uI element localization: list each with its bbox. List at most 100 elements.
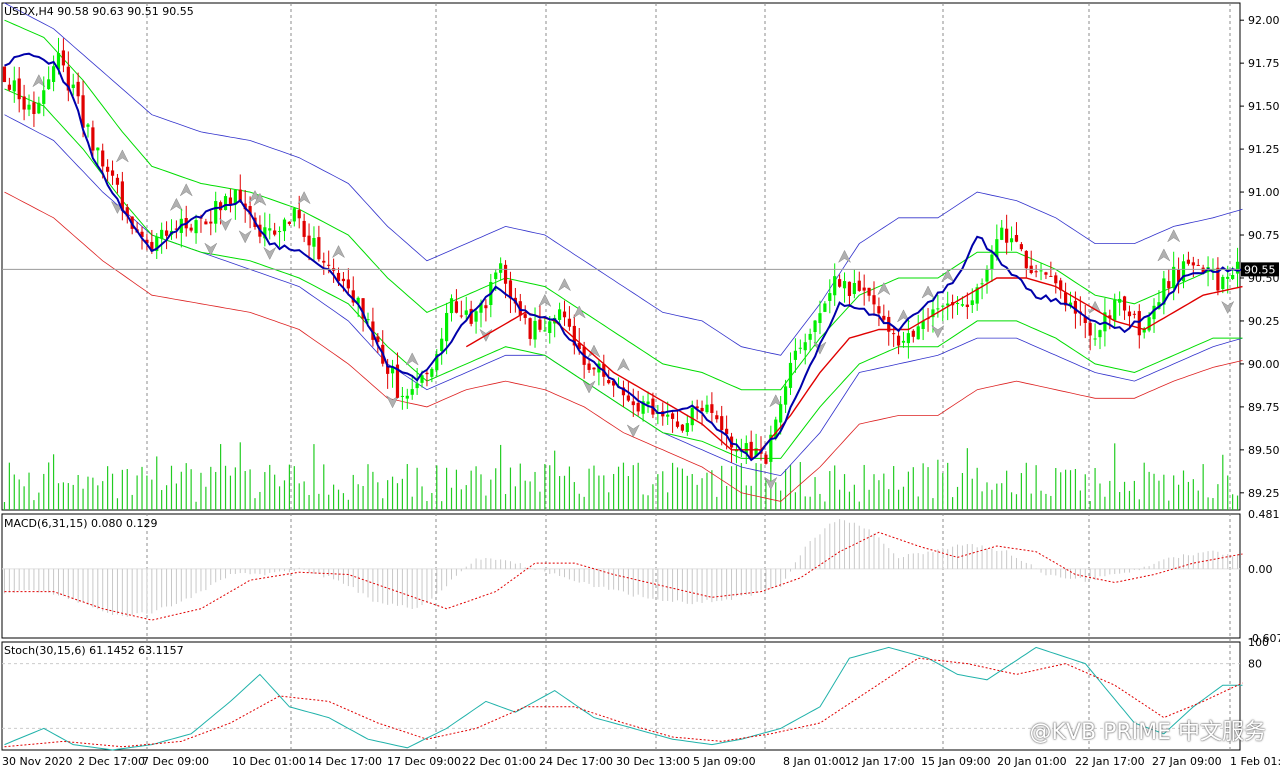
candle-body bbox=[277, 231, 282, 233]
trading-chart: 90.5592.0091.7591.5091.2591.0090.7590.50… bbox=[0, 0, 1280, 772]
candle-body bbox=[842, 281, 847, 289]
candle-body bbox=[268, 228, 272, 231]
candle-body bbox=[37, 102, 41, 114]
x-axis-label: 20 Jan 01:00 bbox=[997, 755, 1067, 768]
candle-body bbox=[76, 81, 80, 97]
candle-body bbox=[400, 395, 404, 397]
candle-body bbox=[484, 305, 488, 309]
candle-body bbox=[838, 279, 842, 287]
candle-body bbox=[1054, 275, 1058, 284]
price-tick-label: 90.25 bbox=[1248, 315, 1280, 328]
candle-body bbox=[1235, 261, 1240, 274]
candle-body bbox=[823, 303, 827, 312]
x-axis-label: 14 Dec 17:00 bbox=[308, 755, 382, 768]
candle-body bbox=[2, 66, 7, 83]
candle-body bbox=[1127, 311, 1132, 317]
candle-body bbox=[1000, 227, 1004, 240]
candle-body bbox=[405, 395, 409, 399]
candle-body bbox=[882, 315, 886, 320]
candle-body bbox=[415, 383, 419, 389]
price-tick-label: 91.00 bbox=[1248, 186, 1280, 199]
candle-body bbox=[440, 338, 444, 352]
candle-body bbox=[327, 264, 331, 266]
x-axis-label: 2 Dec 17:00 bbox=[78, 755, 145, 768]
candle-body bbox=[1196, 264, 1200, 266]
candle-body bbox=[410, 389, 414, 395]
x-axis-label: 27 Jan 09:00 bbox=[1152, 755, 1222, 768]
candle-body bbox=[1009, 238, 1014, 243]
candle-body bbox=[32, 102, 36, 114]
candle-body bbox=[867, 287, 871, 296]
candle-body bbox=[1098, 330, 1102, 338]
candle-body bbox=[1044, 272, 1048, 275]
stoch-tick-label: 80 bbox=[1248, 658, 1262, 671]
candle-body bbox=[852, 282, 856, 295]
candle-body bbox=[204, 221, 208, 225]
candle-body bbox=[700, 407, 704, 412]
candle-body bbox=[209, 221, 213, 224]
candle-body bbox=[631, 401, 635, 406]
candle-body bbox=[189, 227, 193, 231]
candle-body bbox=[1191, 262, 1195, 266]
candle-body bbox=[287, 221, 291, 224]
candle-body bbox=[1005, 228, 1009, 243]
candle-body bbox=[626, 395, 630, 401]
candle-body bbox=[818, 313, 822, 324]
x-axis-label: 22 Jan 17:00 bbox=[1075, 755, 1145, 768]
candle-body bbox=[543, 330, 547, 332]
candle-body bbox=[1039, 270, 1043, 272]
candle-body bbox=[420, 375, 424, 383]
candle-body bbox=[980, 283, 984, 285]
x-axis-label: 7 Dec 09:00 bbox=[142, 755, 209, 768]
price-tick-label: 90.75 bbox=[1248, 229, 1280, 242]
candle-body bbox=[798, 347, 802, 349]
candle-body bbox=[292, 208, 296, 222]
candle-body bbox=[346, 279, 350, 289]
candle-body bbox=[592, 367, 596, 370]
candle-body bbox=[194, 220, 198, 234]
candle-body bbox=[675, 421, 680, 427]
candle-body bbox=[307, 235, 311, 246]
macd-panel-header: MACD(6,31,15) 0.080 0.129 bbox=[4, 517, 158, 530]
candle-body bbox=[808, 333, 812, 340]
candle-body bbox=[1034, 271, 1038, 273]
candle-body bbox=[764, 454, 768, 464]
candle-body bbox=[1093, 338, 1097, 340]
price-tick-label: 90.50 bbox=[1248, 272, 1280, 285]
macd-tick-label: 0.481 bbox=[1248, 508, 1280, 521]
stoch-panel-header: Stoch(30,15,6) 61.1452 63.1157 bbox=[4, 644, 184, 657]
candle-body bbox=[7, 84, 11, 90]
candle-body bbox=[1019, 244, 1023, 250]
candle-body bbox=[1024, 250, 1028, 269]
candle-body bbox=[1137, 311, 1141, 336]
candle-body bbox=[872, 295, 876, 305]
candle-body bbox=[1226, 276, 1230, 279]
candle-body bbox=[51, 66, 56, 82]
candle-body bbox=[464, 310, 468, 315]
price-tick-label: 89.50 bbox=[1248, 444, 1280, 457]
candle-body bbox=[1049, 275, 1053, 277]
candle-body bbox=[955, 303, 960, 305]
candle-body bbox=[828, 293, 832, 301]
candle-body bbox=[607, 380, 611, 384]
candle-body bbox=[715, 415, 719, 420]
candle-body bbox=[444, 312, 449, 342]
candle-body bbox=[685, 423, 689, 433]
candle-body bbox=[22, 96, 26, 110]
candle-body bbox=[813, 320, 817, 333]
candle-body bbox=[1172, 266, 1176, 289]
x-axis-label: 5 Jan 09:00 bbox=[693, 755, 756, 768]
price-tick-label: 91.50 bbox=[1248, 100, 1280, 113]
candle-body bbox=[160, 229, 164, 239]
candle-body bbox=[1221, 276, 1225, 289]
candle-body bbox=[990, 254, 994, 270]
x-axis-label: 10 Dec 01:00 bbox=[232, 755, 306, 768]
candle-body bbox=[646, 401, 650, 405]
price-panel-header: USDX,H4 90.58 90.63 90.51 90.55 bbox=[4, 5, 194, 18]
candle-body bbox=[341, 278, 346, 282]
candle-body bbox=[936, 308, 940, 310]
price-tick-label: 91.75 bbox=[1248, 57, 1280, 70]
candle-body bbox=[533, 320, 537, 340]
candle-body bbox=[690, 407, 694, 426]
candle-body bbox=[1147, 317, 1151, 331]
